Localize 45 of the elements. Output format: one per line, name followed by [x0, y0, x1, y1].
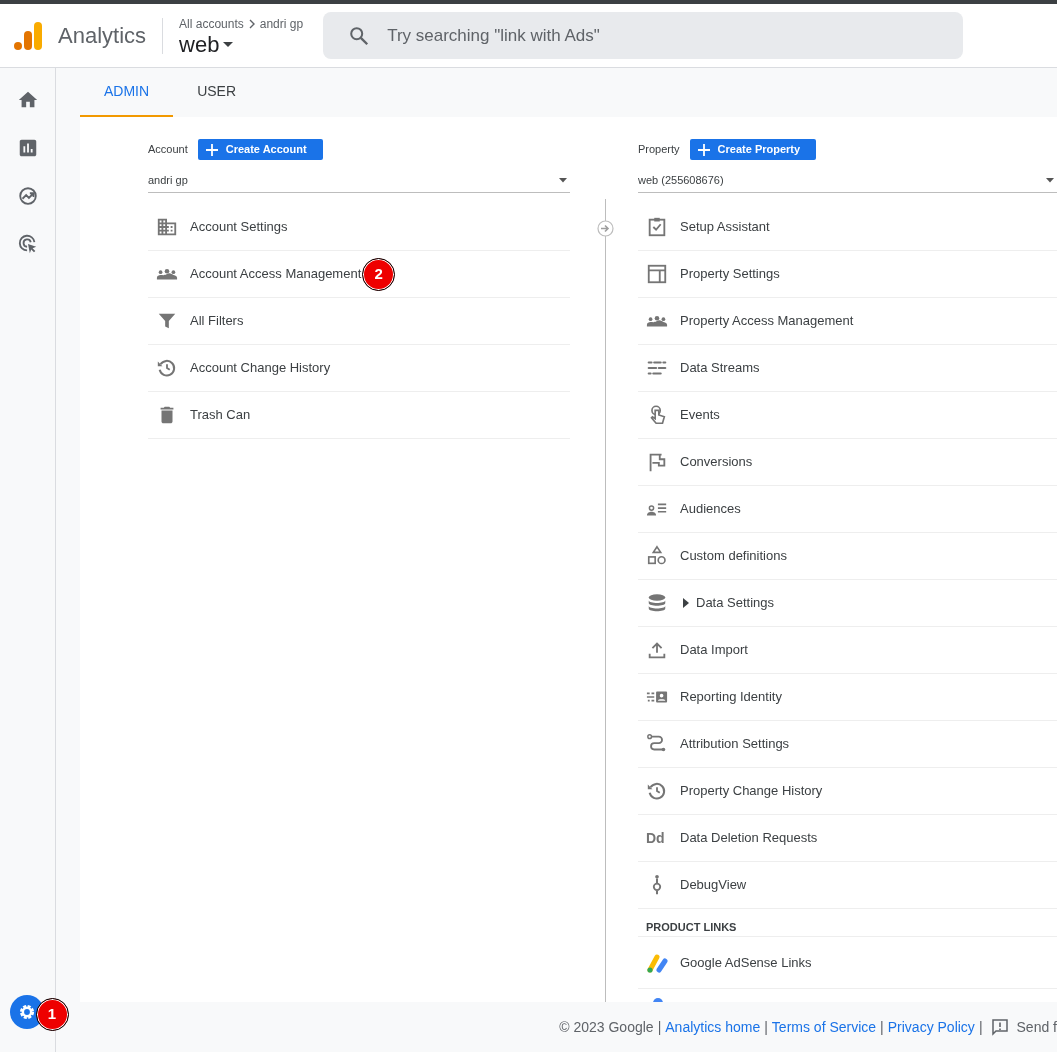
footer-link[interactable]: Analytics home — [665, 1016, 761, 1038]
product-name: Analytics — [58, 17, 164, 54]
menu-item[interactable]: Property Change History — [680, 781, 823, 801]
breadcrumb-item[interactable]: andri gp — [259, 14, 304, 33]
footer-link[interactable]: Privacy Policy — [887, 1016, 975, 1038]
feedback-link[interactable]: Send f — [990, 1016, 1057, 1038]
menu-item[interactable]: Conversions — [680, 452, 753, 472]
separator: | — [657, 1017, 662, 1037]
account-dropdown[interactable]: andri gp — [148, 168, 570, 193]
menu-item[interactable]: Property Settings — [680, 264, 780, 284]
menu-item[interactable]: Account Change History — [190, 358, 331, 378]
tab[interactable]: USER — [173, 68, 261, 117]
account-label: Account — [148, 142, 188, 158]
menu-item[interactable]: Google AdSense Links — [680, 952, 812, 973]
section-heading: PRODUCT LINKS — [646, 919, 737, 935]
create-account-button[interactable]: Create Account — [197, 139, 323, 160]
footer-link[interactable]: Terms of Service — [771, 1016, 877, 1038]
menu-item[interactable]: Attribution Settings — [680, 734, 790, 754]
menu-item[interactable]: Account Settings — [190, 217, 288, 237]
separator: | — [880, 1017, 884, 1037]
menu-item[interactable]: Data Streams — [680, 358, 760, 378]
menu-item[interactable]: Account Access Management — [190, 264, 362, 284]
breadcrumb-item[interactable]: All accounts — [179, 14, 244, 33]
property-dropdown[interactable]: web (255608676) — [638, 168, 1057, 193]
menu-item[interactable]: Audiences — [680, 499, 741, 519]
menu-item[interactable]: Setup Assistant — [680, 217, 770, 237]
separator: | — [764, 1017, 768, 1037]
menu-item[interactable]: Reporting Identity — [680, 687, 782, 707]
menu-item[interactable]: Events — [680, 405, 720, 425]
menu-item[interactable]: Custom definitions — [680, 546, 787, 566]
create-property-button[interactable]: Create Property — [689, 139, 817, 160]
menu-item[interactable]: DebugView — [680, 875, 747, 895]
menu-item[interactable]: Data Settings — [696, 593, 775, 613]
letters-icon: Dd — [646, 827, 665, 849]
menu-item[interactable]: Property Access Management — [680, 311, 854, 331]
property-name[interactable]: web — [179, 32, 220, 57]
annotation-marker: 2 — [362, 257, 396, 291]
menu-item[interactable]: Data Import — [680, 640, 748, 660]
property-label: Property — [638, 142, 680, 158]
separator: | — [978, 1017, 983, 1037]
search-field[interactable]: Try searching "link with Ads" — [323, 12, 964, 59]
menu-item[interactable]: All Filters — [190, 311, 244, 331]
menu-item[interactable]: Data Deletion Requests — [680, 828, 818, 848]
copyright-text: © 2023 Google — [559, 1017, 654, 1037]
menu-item[interactable]: Trash Can — [190, 405, 251, 425]
